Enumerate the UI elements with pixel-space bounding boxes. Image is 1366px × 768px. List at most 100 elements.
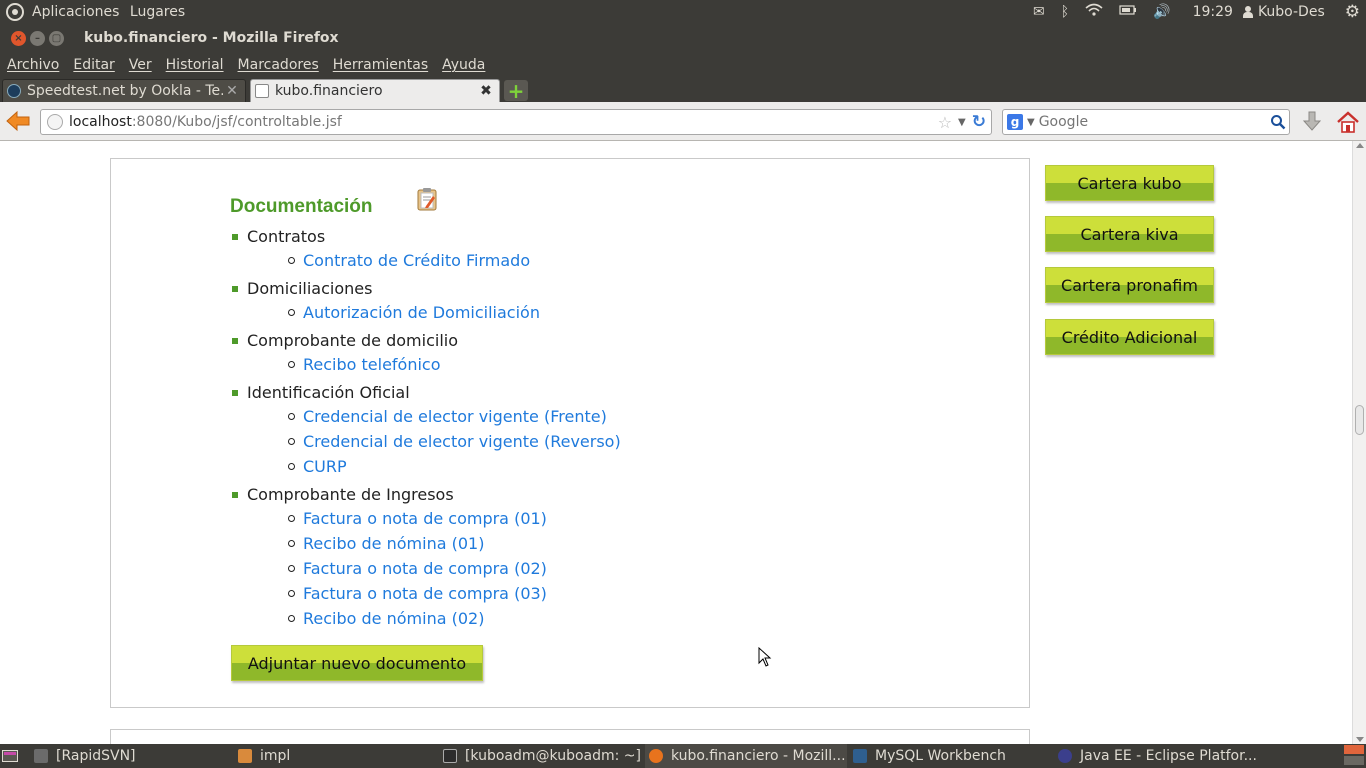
- edit-clipboard-icon[interactable]: [416, 187, 438, 211]
- cartera-kubo-button[interactable]: Cartera kubo: [1045, 165, 1214, 201]
- taskbar: [RapidSVN] impl [kuboadm@kuboadm: ~] kub…: [0, 744, 1366, 768]
- category-comprobante-domicilio: Comprobante de domicilio Recibo telefóni…: [232, 330, 621, 377]
- home-icon[interactable]: [1336, 110, 1360, 134]
- doc-link[interactable]: Credencial de elector vigente (Frente): [303, 407, 607, 426]
- places-menu[interactable]: Lugares: [130, 4, 185, 20]
- section-title: Documentación: [230, 196, 373, 217]
- category-contratos: Contratos Contrato de Crédito Firmado: [232, 226, 621, 273]
- scroll-up-arrow-icon[interactable]: [1356, 143, 1364, 148]
- category-domiciliaciones: Domiciliaciones Autorización de Domicili…: [232, 278, 621, 325]
- taskbar-label: MySQL Workbench: [875, 748, 1006, 764]
- mysql-workbench-icon: [853, 749, 867, 763]
- documentation-panel: Documentación Contratos Contrato de Créd…: [110, 158, 1030, 708]
- scrollbar-thumb[interactable]: [1355, 405, 1364, 435]
- search-magnifier-icon[interactable]: [1267, 111, 1289, 133]
- doc-link[interactable]: Recibo telefónico: [303, 355, 441, 374]
- taskbar-item-terminal[interactable]: [kuboadm@kuboadm: ~]: [443, 744, 641, 768]
- bookmark-star-icon[interactable]: ☆: [938, 113, 952, 132]
- square-bullet-icon: [232, 286, 238, 292]
- taskbar-label: [RapidSVN]: [56, 748, 136, 764]
- doc-link[interactable]: Recibo de nómina (01): [303, 534, 484, 553]
- search-bar[interactable]: g ▼: [1002, 109, 1290, 135]
- doc-link[interactable]: Factura o nota de compra (03): [303, 584, 547, 603]
- menu-ver[interactable]: Ver: [129, 57, 152, 73]
- menu-bar: Archivo Editar Ver Historial Marcadores …: [0, 52, 1366, 78]
- cartera-kiva-button[interactable]: Cartera kiva: [1045, 216, 1214, 252]
- show-desktop-icon[interactable]: [2, 750, 18, 762]
- wifi-icon[interactable]: [1085, 3, 1103, 21]
- applications-menu[interactable]: Aplicaciones: [32, 4, 119, 20]
- tab-close-icon[interactable]: ✕: [223, 83, 241, 99]
- window-maximize-icon[interactable]: ▢: [49, 30, 64, 46]
- menu-historial[interactable]: Historial: [166, 57, 224, 73]
- cartera-pronafim-button[interactable]: Cartera pronafim: [1045, 267, 1214, 303]
- attach-document-button[interactable]: Adjuntar nuevo documento: [231, 645, 483, 681]
- eclipse-icon: [1058, 749, 1072, 763]
- menu-herramientas[interactable]: Herramientas: [333, 57, 428, 73]
- scroll-down-arrow-icon[interactable]: [1356, 737, 1364, 742]
- volume-icon[interactable]: 🔊: [1153, 4, 1170, 20]
- doc-link[interactable]: Factura o nota de compra (02): [303, 559, 547, 578]
- tab-close-icon[interactable]: ✖: [477, 83, 495, 99]
- credito-adicional-button[interactable]: Crédito Adicional: [1045, 319, 1214, 355]
- circle-bullet-icon: [288, 540, 295, 547]
- battery-icon[interactable]: [1119, 4, 1137, 20]
- ubuntu-logo-icon[interactable]: [6, 3, 24, 21]
- page-scrollbar[interactable]: [1352, 141, 1366, 744]
- doc-link[interactable]: Contrato de Crédito Firmado: [303, 251, 530, 270]
- doc-link[interactable]: Credencial de elector vigente (Reverso): [303, 432, 621, 451]
- clock[interactable]: 19:29: [1193, 4, 1233, 20]
- user-icon: [1242, 6, 1253, 18]
- url-text[interactable]: localhost:8080/Kubo/jsf/controltable.jsf: [69, 114, 938, 130]
- search-input[interactable]: [1038, 114, 1267, 130]
- url-bar[interactable]: localhost:8080/Kubo/jsf/controltable.jsf…: [40, 109, 992, 135]
- downloads-arrow-icon[interactable]: [1300, 111, 1324, 133]
- gear-icon[interactable]: ⚙: [1345, 2, 1360, 22]
- window-close-icon[interactable]: ×: [11, 30, 26, 46]
- menu-marcadores[interactable]: Marcadores: [238, 57, 319, 73]
- circle-bullet-icon: [288, 590, 295, 597]
- square-bullet-icon: [232, 234, 238, 240]
- search-engine-dropdown-icon[interactable]: ▼: [1027, 117, 1035, 128]
- doc-link[interactable]: Autorización de Domiciliación: [303, 303, 540, 322]
- bluetooth-icon[interactable]: ᛒ: [1061, 4, 1069, 20]
- mouse-pointer-icon: [758, 646, 772, 667]
- window-minimize-icon[interactable]: –: [30, 30, 45, 46]
- back-arrow-icon[interactable]: [5, 110, 31, 132]
- circle-bullet-icon: [288, 463, 295, 470]
- page-favicon-icon: [255, 84, 269, 98]
- doc-link[interactable]: Recibo de nómina (02): [303, 609, 484, 628]
- tab-kubo-financiero[interactable]: kubo.financiero ✖: [250, 79, 500, 102]
- taskbar-item-rapidsvn[interactable]: [RapidSVN]: [34, 744, 224, 768]
- menu-ayuda[interactable]: Ayuda: [442, 57, 485, 73]
- user-name: Kubo-Des: [1257, 4, 1325, 20]
- user-menu[interactable]: Kubo-Des: [1242, 4, 1325, 20]
- menu-archivo[interactable]: Archivo: [7, 57, 59, 73]
- taskbar-item-impl[interactable]: impl: [238, 744, 428, 768]
- reload-icon[interactable]: ↻: [972, 112, 986, 132]
- google-engine-icon[interactable]: g: [1007, 114, 1023, 130]
- taskbar-item-eclipse[interactable]: Java EE - Eclipse Platfor...: [1058, 744, 1258, 768]
- document-list: Contratos Contrato de Crédito Firmado Do…: [232, 226, 621, 631]
- circle-bullet-icon: [288, 438, 295, 445]
- doc-link[interactable]: Factura o nota de compra (01): [303, 509, 547, 528]
- category-comprobante-ingresos: Comprobante de Ingresos Factura o nota d…: [232, 484, 621, 631]
- category-label: Contratos: [247, 227, 326, 246]
- tab-label: kubo.financiero: [275, 83, 383, 99]
- site-identity-icon[interactable]: [47, 114, 63, 130]
- workspace-switcher-icon[interactable]: [1342, 744, 1366, 768]
- menu-editar[interactable]: Editar: [73, 57, 114, 73]
- tab-speedtest[interactable]: Speedtest.net by Ookla - Te... ✕: [2, 79, 246, 102]
- circle-bullet-icon: [288, 615, 295, 622]
- doc-link[interactable]: CURP: [303, 457, 347, 476]
- new-tab-plus-icon[interactable]: +: [504, 80, 528, 101]
- taskbar-item-mysql-workbench[interactable]: MySQL Workbench: [853, 744, 1048, 768]
- mail-icon[interactable]: ✉: [1033, 4, 1045, 20]
- tab-bar: Speedtest.net by Ookla - Te... ✕ kubo.fi…: [0, 78, 1366, 102]
- circle-bullet-icon: [288, 515, 295, 522]
- circle-bullet-icon: [288, 565, 295, 572]
- taskbar-item-firefox[interactable]: kubo.financiero - Mozill...: [645, 744, 847, 768]
- circle-bullet-icon: [288, 309, 295, 316]
- history-dropdown-icon[interactable]: ▼: [958, 117, 966, 128]
- rapidsvn-icon: [34, 749, 48, 763]
